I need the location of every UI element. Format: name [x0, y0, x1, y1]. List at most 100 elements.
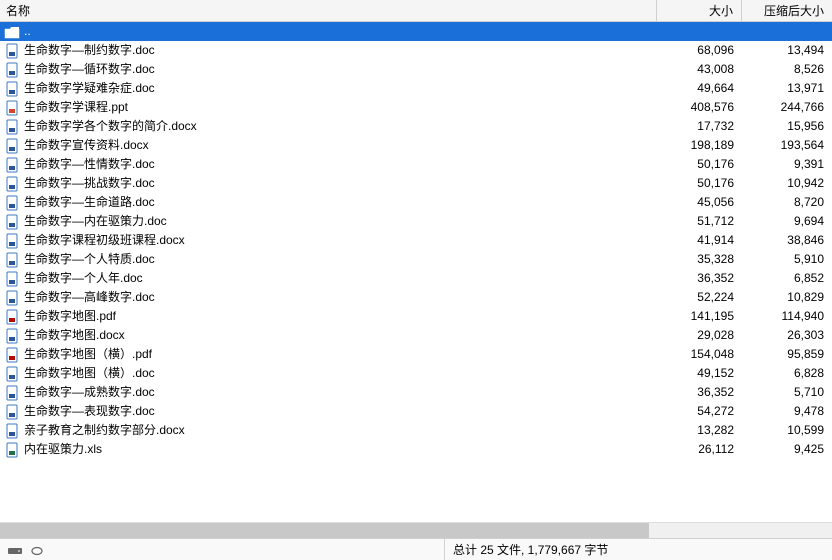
file-packed-size: 95,859 [742, 345, 832, 364]
file-row[interactable]: 生命数字—性情数字.doc50,1769,391 [0, 155, 832, 174]
file-size: 50,176 [657, 155, 742, 174]
column-name-header[interactable]: 名称 [0, 0, 657, 21]
file-size: 408,576 [657, 98, 742, 117]
file-name: 生命数字地图（横）.doc [24, 364, 155, 383]
parent-folder-row[interactable]: .. [0, 22, 832, 41]
file-row[interactable]: 生命数字—成熟数字.doc 36,3525,710 [0, 383, 832, 402]
file-type-icon [4, 195, 20, 211]
file-packed-size: 10,599 [742, 421, 832, 440]
file-type-icon [4, 138, 20, 154]
file-name: 生命数字—性情数字.doc [24, 155, 155, 174]
folder-up-icon [4, 24, 20, 40]
file-type-icon [4, 347, 20, 363]
file-size: 26,112 [657, 440, 742, 459]
file-name: 内在驱策力.xls [24, 440, 102, 459]
column-size-header[interactable]: 大小 [657, 0, 742, 21]
file-name: 生命数字—个人特质.doc [24, 250, 155, 269]
file-type-icon [4, 214, 20, 230]
file-packed-size: 244,766 [742, 98, 832, 117]
file-packed-size: 193,564 [742, 136, 832, 155]
scrollbar-thumb[interactable] [0, 523, 649, 538]
file-size: 17,732 [657, 117, 742, 136]
file-row[interactable]: 生命数字—表现数字.doc 54,2729,478 [0, 402, 832, 421]
horizontal-scrollbar[interactable] [0, 522, 832, 538]
file-row[interactable]: 生命数字宣传资料.docx198,189193,564 [0, 136, 832, 155]
file-size: 43,008 [657, 60, 742, 79]
file-packed-size: 5,910 [742, 250, 832, 269]
file-packed-size: 15,956 [742, 117, 832, 136]
file-packed-size: 114,940 [742, 307, 832, 326]
file-size: 49,152 [657, 364, 742, 383]
file-row[interactable]: 生命数字地图.docx29,02826,303 [0, 326, 832, 345]
file-row[interactable]: 生命数字—高峰数字.doc 52,22410,829 [0, 288, 832, 307]
file-type-icon [4, 309, 20, 325]
file-row[interactable]: 生命数字地图（横）.doc49,1526,828 [0, 364, 832, 383]
file-size: 13,282 [657, 421, 742, 440]
file-type-icon [4, 100, 20, 116]
file-size: 54,272 [657, 402, 742, 421]
column-packed-header[interactable]: 压缩后大小 [742, 0, 832, 21]
file-name: 生命数字—高峰数字.doc [24, 288, 155, 307]
file-name: 生命数字地图.pdf [24, 307, 116, 326]
file-name: 生命数字—表现数字.doc [24, 402, 155, 421]
file-packed-size: 8,720 [742, 193, 832, 212]
file-size: 29,028 [657, 326, 742, 345]
file-row[interactable]: 内在驱策力.xls 26,1129,425 [0, 440, 832, 459]
file-row[interactable]: 生命数字学课程.ppt408,576244,766 [0, 98, 832, 117]
lock-icon [30, 545, 46, 555]
file-type-icon [4, 385, 20, 401]
file-packed-size: 38,846 [742, 231, 832, 250]
file-type-icon [4, 252, 20, 268]
file-size: 35,328 [657, 250, 742, 269]
file-type-icon [4, 62, 20, 78]
file-packed-size: 5,710 [742, 383, 832, 402]
file-packed-size: 10,942 [742, 174, 832, 193]
file-size: 45,056 [657, 193, 742, 212]
file-packed-size: 9,478 [742, 402, 832, 421]
file-size: 51,712 [657, 212, 742, 231]
file-row[interactable]: 生命数字—循环数字.doc43,0088,526 [0, 60, 832, 79]
file-row[interactable]: 生命数字学疑难杂症.doc49,66413,971 [0, 79, 832, 98]
file-row[interactable]: 生命数字—个人年.doc36,3526,852 [0, 269, 832, 288]
file-size: 52,224 [657, 288, 742, 307]
file-size: 50,176 [657, 174, 742, 193]
file-size: 154,048 [657, 345, 742, 364]
file-type-icon [4, 271, 20, 287]
file-packed-size: 9,425 [742, 440, 832, 459]
file-name: 生命数字—成熟数字.doc [24, 383, 155, 402]
file-type-icon [4, 157, 20, 173]
file-name: 生命数字—制约数字.doc [24, 41, 155, 60]
file-row[interactable]: 生命数字学各个数字的简介.docx 17,73215,956 [0, 117, 832, 136]
file-size: 68,096 [657, 41, 742, 60]
file-row[interactable]: 生命数字—内在驱策力.doc51,7129,694 [0, 212, 832, 231]
file-row[interactable]: 生命数字地图（横）.pdf 154,04895,859 [0, 345, 832, 364]
file-packed-size: 13,971 [742, 79, 832, 98]
file-name: 生命数字地图.docx [24, 326, 125, 345]
file-row[interactable]: 生命数字—生命道路.doc45,0568,720 [0, 193, 832, 212]
file-name: 亲子教育之制约数字部分.docx [24, 421, 185, 440]
file-list[interactable]: .. 生命数字—制约数字.doc68,09613,494生命数字—循环数字.do… [0, 22, 832, 522]
file-packed-size: 6,852 [742, 269, 832, 288]
file-row[interactable]: 亲子教育之制约数字部分.docx 13,28210,599 [0, 421, 832, 440]
file-name: 生命数字—个人年.doc [24, 269, 143, 288]
file-row[interactable]: 生命数字—制约数字.doc68,09613,494 [0, 41, 832, 60]
file-type-icon [4, 176, 20, 192]
file-row[interactable]: 生命数字课程初级班课程.docx41,91438,846 [0, 231, 832, 250]
status-bar: 总计 25 文件, 1,779,667 字节 [0, 538, 832, 560]
file-size: 36,352 [657, 383, 742, 402]
file-size: 198,189 [657, 136, 742, 155]
file-name: 生命数字学各个数字的简介.docx [24, 117, 197, 136]
file-packed-size: 10,829 [742, 288, 832, 307]
file-size: 41,914 [657, 231, 742, 250]
file-type-icon [4, 290, 20, 306]
column-header: 名称 大小 压缩后大小 [0, 0, 832, 22]
file-row[interactable]: 生命数字—挑战数字.doc50,17610,942 [0, 174, 832, 193]
file-row[interactable]: 生命数字—个人特质.doc 35,3285,910 [0, 250, 832, 269]
file-row[interactable]: 生命数字地图.pdf141,195114,940 [0, 307, 832, 326]
parent-folder-label: .. [24, 22, 31, 41]
file-name: 生命数字地图（横）.pdf [24, 345, 152, 364]
status-summary: 总计 25 文件, 1,779,667 字节 [445, 541, 832, 558]
file-name: 生命数字学疑难杂症.doc [24, 79, 155, 98]
file-type-icon [4, 43, 20, 59]
file-packed-size: 8,526 [742, 60, 832, 79]
